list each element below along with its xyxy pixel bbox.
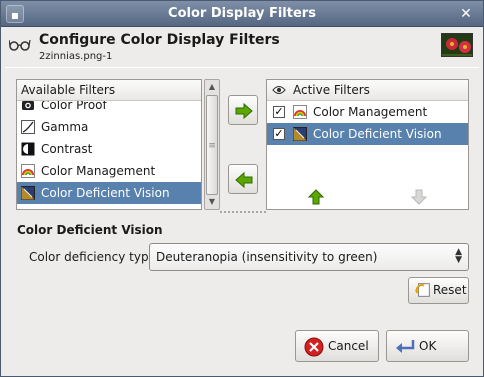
- cancel-icon: [304, 337, 324, 357]
- list-item-gamma[interactable]: Gamma: [17, 116, 201, 138]
- select-arrows-icon: ▲ ▼: [455, 247, 462, 265]
- available-filters-list[interactable]: Available Filters Color Proof Gamma Cont…: [16, 79, 202, 210]
- ok-label: OK: [419, 339, 437, 353]
- remove-filter-button[interactable]: [228, 164, 258, 194]
- active-filters-list[interactable]: Active Filters ✓ Color Management ✓ Colo…: [266, 79, 469, 210]
- color-proof-icon: [22, 101, 34, 110]
- image-thumbnail: [441, 33, 473, 57]
- move-up-icon[interactable]: [308, 189, 324, 205]
- color-deficient-vision-icon: [21, 186, 35, 200]
- reset-button[interactable]: Reset: [408, 277, 469, 304]
- active-item-label: Color Management: [313, 105, 428, 119]
- list-item-label: Color Management: [41, 164, 156, 178]
- deficiency-type-label: Color deficiency type:: [29, 250, 160, 264]
- active-item-label: Color Deficient Vision: [313, 127, 442, 141]
- color-deficient-vision-icon: [293, 127, 307, 141]
- contrast-icon: [21, 142, 35, 156]
- active-item-color-management[interactable]: ✓ Color Management: [267, 101, 468, 123]
- deficiency-type-value: Deuteranopia (insensitivity to green): [156, 250, 378, 264]
- active-filters-header[interactable]: Active Filters: [267, 80, 468, 101]
- pane-grip: [220, 211, 266, 215]
- list-item-label: Color Proof: [41, 101, 107, 112]
- deficiency-type-select[interactable]: Deuteranopia (insensitivity to green) ▲ ▼: [149, 243, 469, 271]
- list-item-color-deficient-vision[interactable]: Color Deficient Vision: [17, 182, 201, 204]
- eye-icon: [272, 86, 286, 94]
- config-section-title: Color Deficient Vision: [17, 223, 163, 237]
- color-management-icon: [293, 105, 307, 119]
- list-item-color-management[interactable]: Color Management: [17, 160, 201, 182]
- active-filters-header-label: Active Filters: [293, 83, 370, 97]
- available-filters-header[interactable]: Available Filters: [17, 80, 201, 101]
- dialog-window: ▪ Color Display Filters ✕ Configure Colo…: [0, 0, 484, 377]
- window-title: Color Display Filters: [168, 6, 316, 21]
- list-item-color-proof[interactable]: Color Proof: [17, 101, 201, 116]
- ok-icon: [396, 340, 415, 353]
- list-item-label: Color Deficient Vision: [41, 186, 170, 200]
- scroll-down-icon[interactable]: ▼: [205, 195, 219, 209]
- dialog-header: Configure Color Display Filters 2zinnias…: [1, 27, 483, 67]
- title-bar: ▪ Color Display Filters ✕: [1, 1, 483, 27]
- enable-checkbox[interactable]: ✓: [273, 128, 285, 140]
- reset-icon: [414, 283, 430, 297]
- scrollbar-thumb[interactable]: ≡: [206, 95, 218, 195]
- header-title: Configure Color Display Filters: [39, 32, 280, 48]
- available-filters-scrollbar[interactable]: ▲ ≡ ▼: [204, 79, 220, 210]
- list-item-label: Gamma: [41, 120, 89, 134]
- arrow-right-icon: [235, 102, 253, 120]
- ok-button[interactable]: OK: [386, 330, 469, 362]
- enable-checkbox[interactable]: ✓: [273, 106, 285, 118]
- list-item-contrast[interactable]: Contrast: [17, 138, 201, 160]
- arrow-left-icon: [235, 171, 253, 189]
- active-item-color-deficient-vision[interactable]: ✓ Color Deficient Vision: [267, 123, 468, 145]
- header-subtitle: 2zinnias.png-1: [39, 51, 113, 62]
- glasses-icon: [9, 39, 31, 51]
- color-management-icon: [21, 164, 35, 178]
- scroll-up-icon[interactable]: ▲: [205, 80, 219, 94]
- header-separator: [5, 67, 479, 68]
- list-item-label: Contrast: [41, 142, 93, 156]
- cancel-button[interactable]: Cancel: [295, 330, 379, 362]
- cancel-label: Cancel: [328, 339, 369, 353]
- close-icon[interactable]: ✕: [457, 5, 475, 23]
- add-filter-button[interactable]: [228, 95, 258, 125]
- move-down-icon[interactable]: [411, 189, 427, 205]
- gamma-icon: [21, 120, 35, 134]
- reset-label: Reset: [433, 283, 467, 297]
